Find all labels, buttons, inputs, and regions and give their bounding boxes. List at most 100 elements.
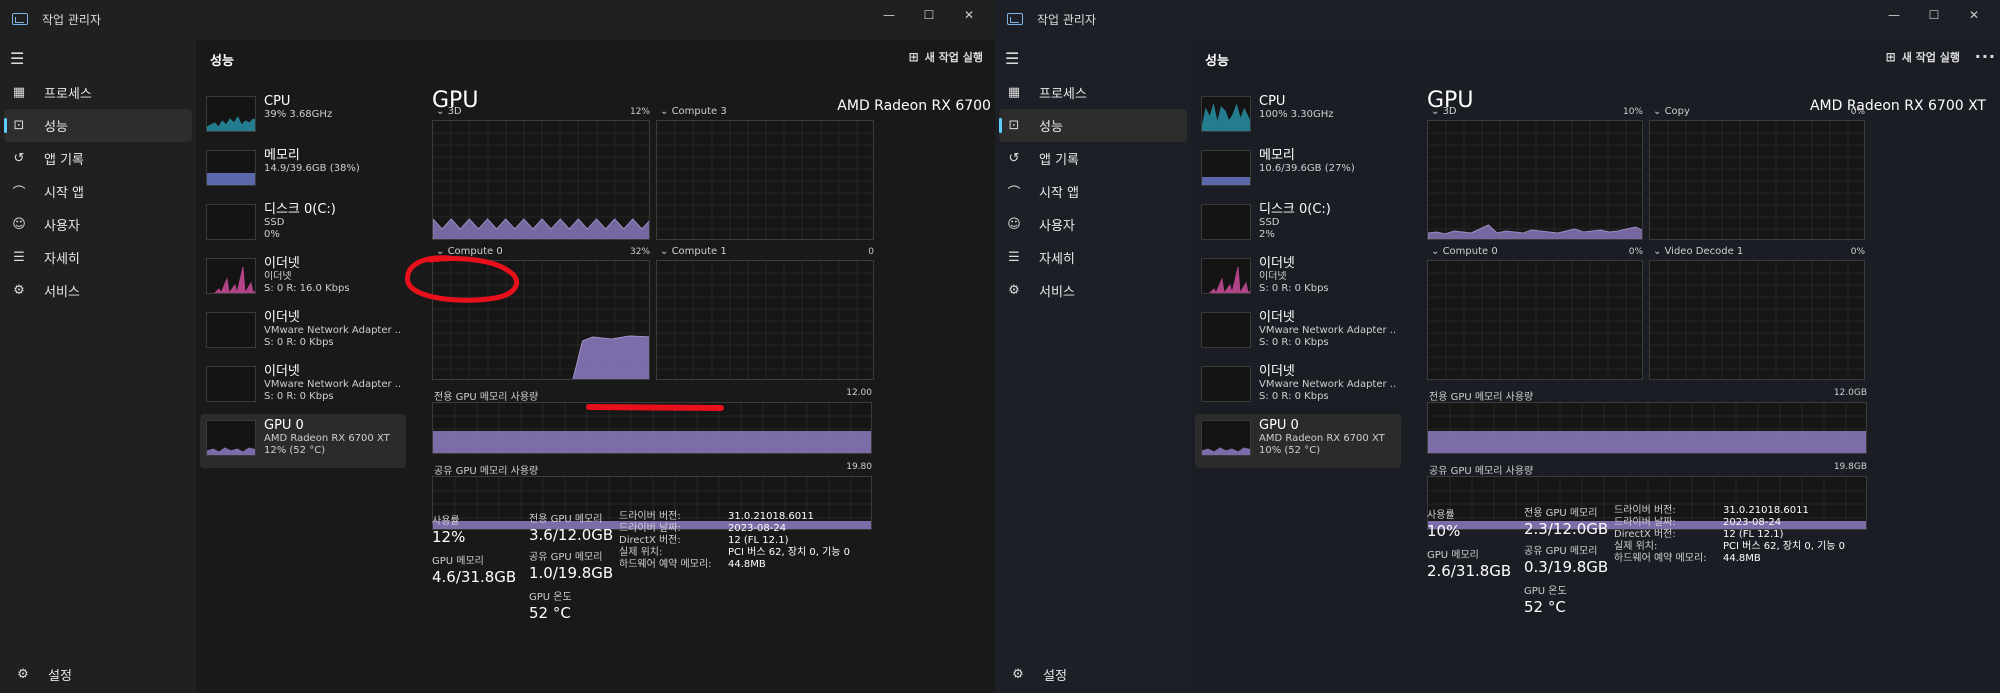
maximize-button[interactable]: ☐: [909, 4, 949, 26]
device-name: 이더넷: [1259, 256, 1295, 271]
close-button[interactable]: ✕: [949, 4, 989, 26]
device-item-3[interactable]: 이더넷 이더넷 S: 0 R: 0 Kbps: [1195, 252, 1401, 306]
maximize-button[interactable]: ☐: [1914, 4, 1954, 26]
hamburger-menu-icon[interactable]: ☰: [995, 40, 1191, 76]
engine-graph-svg: [433, 261, 649, 379]
device-detail-2: S: 0 R: 0 Kbps: [1259, 283, 1329, 294]
device-item-6[interactable]: GPU 0 AMD Radeon RX 6700 XT 10% (52 °C): [1195, 414, 1401, 468]
device-detail-2: S: 0 R: 0 Kbps: [264, 391, 334, 402]
nav-item-services[interactable]: ⚙ 서비스: [999, 274, 1187, 307]
device-detail-1: SSD: [264, 217, 285, 228]
device-detail-1: 10.6/39.6GB (27%): [1259, 163, 1355, 174]
gpu-memory-label: GPU 메모리: [1427, 550, 1479, 561]
engine-dropdown-3[interactable]: ⌄ Video Decode 1: [1653, 246, 1743, 257]
dedicated-gpu-memory-label: 전용 GPU 메모리: [529, 514, 603, 525]
new-task-button[interactable]: ⊞ 새 작업 실행: [909, 49, 983, 65]
device-detail-2: S: 0 R: 0 Kbps: [264, 337, 334, 348]
nav-item-processes[interactable]: ▦ 프로세스: [999, 76, 1187, 109]
device-thumbnail-graph: [1201, 150, 1251, 186]
engine-graph-2: [1427, 260, 1643, 380]
device-name: 이더넷: [264, 310, 300, 325]
shared-memory-max: 19.80: [846, 462, 872, 472]
nav-item-settings[interactable]: ⚙ 설정: [8, 658, 72, 691]
device-detail-2: 2%: [1259, 229, 1275, 240]
thumbnail-svg: [1202, 367, 1251, 402]
close-button[interactable]: ✕: [1954, 4, 1994, 26]
nav-item-label: 자세히: [44, 252, 80, 267]
title-bar: 작업 관리자 — ☐ ✕: [0, 0, 995, 38]
device-item-0[interactable]: CPU 100% 3.30GHz: [1195, 90, 1401, 144]
dedicated-memory-graph: [1427, 402, 1867, 454]
nav-item-processes[interactable]: ▦ 프로세스: [4, 76, 192, 109]
dedicated-gpu-memory-value: 2.3/12.0GB: [1524, 520, 1609, 538]
shared-gpu-memory-value: 1.0/19.8GB: [529, 564, 614, 582]
hamburger-menu-icon[interactable]: ☰: [0, 40, 196, 76]
engine-dropdown-2[interactable]: ⌄ Compute 0: [1431, 246, 1498, 257]
nav-item-settings[interactable]: ⚙ 설정: [1003, 658, 1067, 691]
nav-item-users[interactable]: ☺ 사용자: [4, 208, 192, 241]
engine-graph-2: [432, 260, 650, 380]
minimize-button[interactable]: —: [869, 4, 909, 26]
engine-label: Compute 0: [447, 246, 503, 257]
nav-item-details[interactable]: ☰ 자세히: [999, 241, 1187, 274]
more-options-icon[interactable]: ···: [1975, 47, 1996, 66]
device-thumbnail-graph: [206, 204, 256, 240]
nav-item-label: 사용자: [44, 219, 80, 234]
engine-percent: 10%: [1622, 107, 1643, 117]
nav-item-users[interactable]: ☺ 사용자: [999, 208, 1187, 241]
nav-item-startup-apps[interactable]: ⌒ 시작 앱: [4, 175, 192, 208]
new-task-button[interactable]: ⊞ 새 작업 실행: [1886, 49, 1960, 65]
device-item-4[interactable]: 이더넷 VMware Network Adapter ... S: 0 R: 0…: [200, 306, 406, 360]
device-item-1[interactable]: 메모리 14.9/39.6GB (38%): [200, 144, 406, 198]
device-item-5[interactable]: 이더넷 VMware Network Adapter ... S: 0 R: 0…: [1195, 360, 1401, 414]
device-item-2[interactable]: 디스크 0(C:) SSD 2%: [1195, 198, 1401, 252]
gpu-detail-panel: GPU AMD Radeon RX 6700 XT ⌄ 3D 10% ⌄ Copy…: [1427, 88, 2000, 693]
device-item-3[interactable]: 이더넷 이더넷 S: 0 R: 16.0 Kbps: [200, 252, 406, 306]
info-value: 44.8MB: [728, 559, 766, 570]
engine-graph-svg: [1650, 121, 1864, 239]
engine-dropdown-0[interactable]: ⌄ 3D: [436, 106, 462, 117]
device-item-5[interactable]: 이더넷 VMware Network Adapter ... S: 0 R: 0…: [200, 360, 406, 414]
settings-gear-icon: ⚙: [17, 667, 29, 682]
device-item-1[interactable]: 메모리 10.6/39.6GB (27%): [1195, 144, 1401, 198]
nav-item-startup-apps[interactable]: ⌒ 시작 앱: [999, 175, 1187, 208]
dedicated-memory-label: 전용 GPU 메모리 사용량: [434, 392, 539, 403]
device-detail-1: 이더넷: [264, 271, 292, 282]
shared-memory-max: 19.8GB: [1833, 462, 1867, 472]
device-thumbnail-graph: [206, 258, 256, 294]
minimize-button[interactable]: —: [1874, 4, 1914, 26]
device-item-2[interactable]: 디스크 0(C:) SSD 0%: [200, 198, 406, 252]
engine-label: Compute 3: [671, 106, 727, 117]
thumbnail-svg: [1202, 177, 1250, 185]
nav-item-details[interactable]: ☰ 자세히: [4, 241, 192, 274]
engine-label: Compute 1: [671, 246, 727, 257]
engine-percent: 0%: [1628, 247, 1643, 257]
nav-item-label: 서비스: [44, 285, 80, 300]
engine-percent: 0%: [1850, 107, 1865, 117]
device-thumbnail-graph: [1201, 258, 1251, 294]
thumbnail-svg: [207, 115, 255, 131]
nav-item-performance[interactable]: ⊡ 성능: [999, 109, 1187, 142]
engine-dropdown-2[interactable]: ⌄ Compute 0: [436, 246, 503, 257]
device-detail-2: 0%: [264, 229, 280, 240]
thumbnail-svg: [207, 367, 256, 402]
engine-label: 3D: [1442, 106, 1457, 117]
engine-dropdown-3[interactable]: ⌄ Compute 1: [660, 246, 727, 257]
device-item-6[interactable]: GPU 0 AMD Radeon RX 6700 XT 12% (52 °C): [200, 414, 406, 468]
engine-dropdown-1[interactable]: ⌄ Compute 3: [660, 106, 727, 117]
nav-item-app-history[interactable]: ↺ 앱 기록: [4, 142, 192, 175]
nav-item-label: 시작 앱: [44, 186, 85, 201]
app-history-icon: ↺: [1008, 151, 1020, 166]
usage-value: 12%: [432, 528, 466, 546]
nav-item-performance[interactable]: ⊡ 성능: [4, 109, 192, 142]
nav-item-services[interactable]: ⚙ 서비스: [4, 274, 192, 307]
nav-item-app-history[interactable]: ↺ 앱 기록: [999, 142, 1187, 175]
engine-graph-svg: [1428, 121, 1642, 239]
device-item-0[interactable]: CPU 39% 3.68GHz: [200, 90, 406, 144]
device-item-4[interactable]: 이더넷 VMware Network Adapter ... S: 0 R: 0…: [1195, 306, 1401, 360]
device-detail-1: 이더넷: [1259, 271, 1287, 282]
engine-dropdown-1[interactable]: ⌄ Copy: [1653, 106, 1690, 117]
engine-dropdown-0[interactable]: ⌄ 3D: [1431, 106, 1457, 117]
performance-icon: ⊡: [1008, 118, 1020, 133]
device-name: GPU 0: [1259, 418, 1299, 433]
